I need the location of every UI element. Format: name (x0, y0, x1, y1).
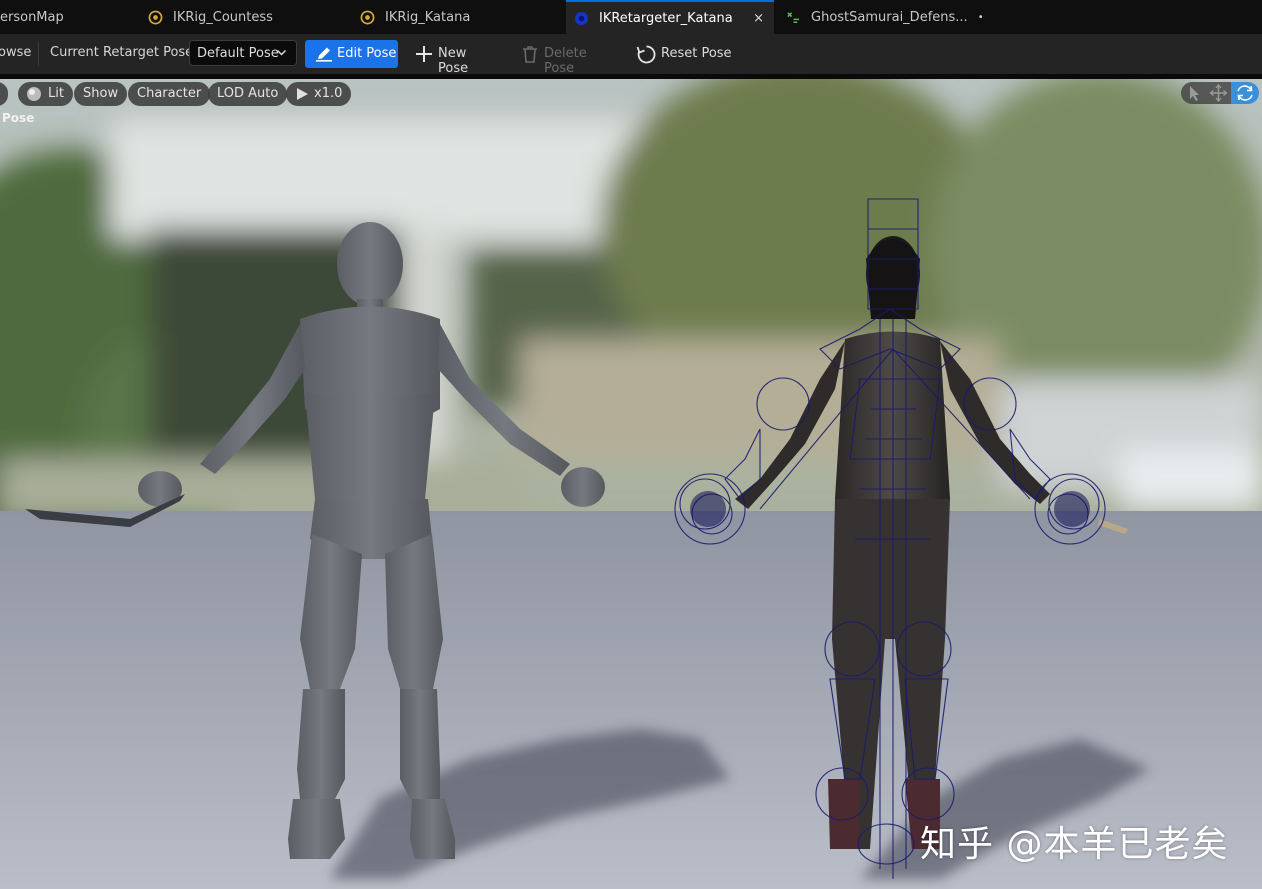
tab-label: GhostSamurai_Defens... (811, 9, 968, 25)
lod-button[interactable]: LOD Auto (208, 82, 288, 106)
lit-sphere-icon (27, 87, 41, 101)
blueprint-icon (787, 11, 800, 23)
browse-button[interactable]: owse (0, 45, 31, 60)
character-button[interactable]: Character (128, 82, 211, 106)
modified-marker: • (977, 11, 984, 23)
plus-icon (416, 46, 432, 62)
speed-label: x1.0 (314, 86, 343, 101)
tab-label: IKRig_Countess (173, 9, 273, 25)
close-icon[interactable]: × (753, 11, 764, 26)
ik-rig-icon (148, 10, 163, 24)
cursor-icon (1190, 86, 1199, 101)
move-icon (1209, 83, 1228, 103)
ik-rig-icon (360, 10, 375, 24)
character-label: Character (137, 86, 202, 101)
viewport-scene (0, 79, 1262, 889)
tab-ghost-samurai[interactable]: GhostSamurai_Defens... • (778, 0, 988, 34)
viewport-mode-label: Pose (2, 111, 35, 125)
new-pose-label: New Pose (438, 46, 469, 76)
select-mode-button[interactable] (1181, 82, 1206, 104)
show-label: Show (83, 86, 119, 101)
rotate-icon (1237, 85, 1253, 101)
tab-bar: ersonMap IKRig_Countess IKRig_Katana IKR… (0, 0, 1262, 34)
new-pose-button[interactable]: New Pose (414, 40, 500, 76)
show-button[interactable]: Show (74, 82, 128, 106)
delete-pose-label: Delete Pose (544, 46, 587, 76)
edit-pose-label: Edit Pose (337, 46, 397, 61)
pose-dropdown-value: Default Pose (197, 46, 279, 61)
edit-pose-button[interactable]: Edit Pose (305, 40, 398, 68)
chevron-down-icon (276, 49, 287, 56)
reset-pose-label: Reset Pose (661, 46, 732, 61)
reset-pose-button[interactable]: Reset Pose (636, 40, 732, 68)
play-icon (297, 88, 308, 100)
tab-person-map[interactable]: ersonMap (0, 0, 112, 34)
lod-label: LOD Auto (217, 86, 279, 101)
ik-retargeter-icon (574, 11, 589, 25)
trash-icon (523, 46, 537, 63)
viewport[interactable]: Lit Show Character LOD Auto x1.0 Pose 知乎… (0, 79, 1262, 889)
rotate-mode-button[interactable] (1231, 82, 1259, 104)
translate-mode-button[interactable] (1206, 82, 1231, 104)
play-speed-button[interactable]: x1.0 (286, 82, 352, 106)
watermark: 知乎 @本羊已老矣 (920, 824, 1229, 865)
tab-label: ersonMap (0, 9, 64, 25)
tab-label: IKRig_Katana (385, 9, 471, 25)
pose-dropdown[interactable]: Default Pose (189, 40, 297, 66)
tab-ikretargeter-katana[interactable]: IKRetargeter_Katana × (566, 0, 774, 34)
lit-mode-button[interactable]: Lit (18, 82, 73, 106)
toolbar: owse Current Retarget Pose: Default Pose… (0, 34, 1262, 76)
lit-label: Lit (48, 86, 64, 101)
tab-ikrig-katana[interactable]: IKRig_Katana (352, 0, 552, 34)
tab-label: IKRetargeter_Katana (599, 10, 733, 26)
delete-pose-button[interactable]: Delete Pose (520, 40, 616, 76)
retarget-pose-label: Current Retarget Pose: (50, 45, 198, 60)
tab-ikrig-countess[interactable]: IKRig_Countess (140, 0, 340, 34)
toolbar-separator (38, 42, 39, 66)
reset-icon (636, 45, 656, 64)
pencil-icon (316, 47, 332, 62)
